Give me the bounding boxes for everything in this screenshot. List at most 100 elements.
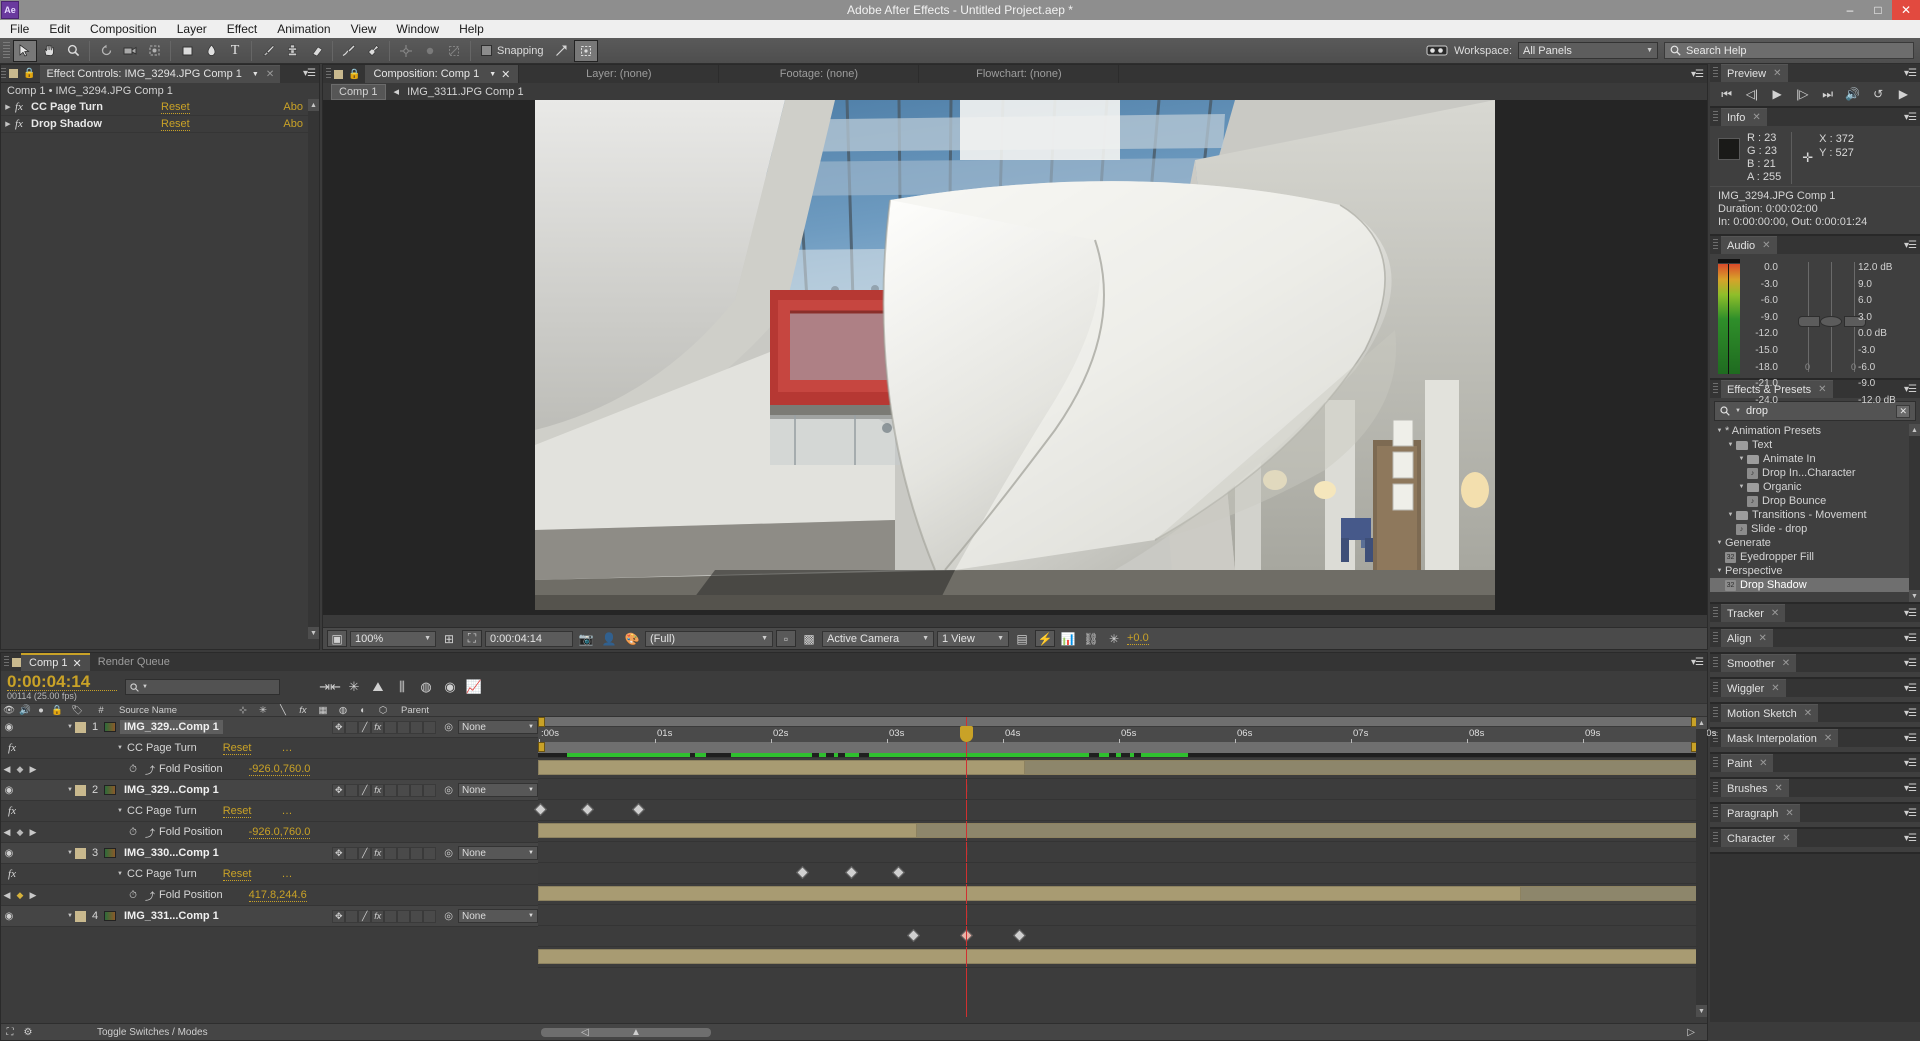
panel-menu-icon[interactable]: ▾☰ — [1904, 758, 1917, 769]
quality-switch[interactable]: ╱ — [358, 846, 372, 860]
disclosure-triangle-icon[interactable]: ▼ — [1725, 442, 1736, 448]
timeline-layer-row[interactable]: ◉ ▼ 1 IMG_329...Comp 1 ✥ ╱ fx ◎ None ▼ — [1, 717, 538, 738]
motionblur-switch[interactable] — [397, 909, 411, 923]
layer-label-color[interactable] — [75, 784, 86, 796]
graph-editor-icon[interactable]: 📈 — [462, 677, 486, 697]
panel-tab[interactable]: Character ✕ — [1721, 829, 1797, 847]
effects-tree-item[interactable]: ▼ * Animation Presets — [1710, 424, 1920, 438]
clone-stamp-tool-icon[interactable] — [280, 40, 304, 62]
rotation-tool-icon[interactable] — [94, 40, 118, 62]
menu-item-edit[interactable]: Edit — [39, 20, 80, 38]
tab-preview[interactable]: Preview ✕ — [1721, 64, 1788, 82]
timeline-keyframe-row[interactable] — [534, 799, 1698, 820]
panel-tab[interactable]: Brushes ✕ — [1721, 779, 1789, 797]
panel-tab[interactable]: Paint ✕ — [1721, 754, 1774, 772]
panel-grip-icon[interactable] — [1713, 383, 1718, 395]
effects-switch[interactable]: fx — [371, 846, 385, 860]
panel-menu-icon[interactable]: ▾☰ — [1904, 833, 1917, 844]
menu-item-animation[interactable]: Animation — [267, 20, 340, 38]
close-icon[interactable]: ✕ — [1785, 808, 1793, 819]
adjustment-switch[interactable] — [410, 846, 424, 860]
timeline-property-row[interactable]: ◀ ◆ ▶ ⏱ ⤴ Fold Position -926.0,760.0 — [1, 822, 538, 843]
layer-source-name[interactable]: IMG_329...Comp 1 — [120, 720, 223, 734]
selection-tool-icon[interactable] — [13, 39, 37, 62]
panel-tab[interactable]: Align ✕ — [1721, 629, 1773, 647]
next-keyframe-icon[interactable]: ▶ — [27, 890, 39, 901]
panel-grip-icon[interactable] — [1713, 607, 1718, 619]
views-select[interactable]: 1 View ▼ — [937, 630, 1009, 647]
close-icon[interactable]: ✕ — [1774, 783, 1782, 794]
parent-pickwhip-icon[interactable]: ◎ — [444, 722, 453, 733]
disclosure-triangle-icon[interactable]: ▼ — [113, 871, 127, 877]
timeline-property-row[interactable]: ◀ ◆ ▶ ⏱ ⤴ Fold Position -926.0,760.0 — [1, 759, 538, 780]
threed-switch[interactable] — [423, 846, 437, 860]
toolbar-grip-icon[interactable] — [3, 41, 10, 60]
snap-arrow-icon[interactable] — [550, 40, 574, 62]
panel-grip-icon[interactable] — [1713, 782, 1718, 794]
property-value[interactable]: -926.0,760.0 — [248, 826, 311, 839]
scroll-up-icon[interactable]: ▲ — [1696, 717, 1707, 729]
effects-tree-item[interactable]: ▼ Transitions - Movement — [1710, 508, 1920, 522]
panel-grip-icon[interactable] — [1713, 239, 1718, 251]
work-area-start-handle[interactable] — [538, 717, 545, 727]
layer-source-name[interactable]: IMG_330...Comp 1 — [120, 846, 223, 860]
snapshot-icon[interactable]: 📷 — [576, 630, 596, 647]
transparency-grid-icon[interactable]: ▩ — [799, 630, 819, 647]
zoom-out-icon[interactable]: ◁ — [581, 1027, 589, 1038]
layer-expand-icon[interactable]: ▼ — [65, 913, 75, 919]
menu-item-help[interactable]: Help — [449, 20, 494, 38]
effect-options-dots[interactable]: … — [281, 742, 293, 754]
panel-tab[interactable]: Tracker ✕ — [1721, 604, 1786, 622]
quality-switch[interactable]: ╱ — [358, 720, 372, 734]
panel-menu-icon[interactable]: ▾☰ — [1904, 708, 1917, 719]
exposure-value[interactable]: +0.0 — [1127, 632, 1149, 645]
layer-expand-icon[interactable]: ▼ — [65, 850, 75, 856]
timeline-keyframe-row[interactable] — [538, 862, 1698, 883]
timeline-tab-comp-1[interactable]: Comp 1 ✕ — [21, 653, 90, 671]
region-of-interest-icon[interactable]: ⛶ — [462, 630, 482, 647]
close-icon[interactable]: ✕ — [1782, 658, 1790, 669]
eraser-tool-icon[interactable] — [304, 40, 328, 62]
menu-item-file[interactable]: File — [0, 20, 39, 38]
effects-tree-item[interactable]: 32 Eyedropper Fill — [1710, 550, 1920, 564]
timeline-bar-row[interactable] — [538, 946, 1698, 967]
panel-menu-icon[interactable]: ▾☰ — [1691, 657, 1704, 668]
effect-reset-link[interactable]: Reset — [222, 742, 252, 755]
layer-duration-bar[interactable] — [538, 886, 1521, 901]
panel-grip-icon[interactable] — [1713, 707, 1718, 719]
panel-menu-icon[interactable]: ▾☰ — [1904, 112, 1917, 123]
menu-item-window[interactable]: Window — [386, 20, 449, 38]
hide-shy-layers-icon[interactable]: ⛰ — [366, 677, 390, 697]
previous-keyframe-icon[interactable]: ◀ — [1, 827, 13, 838]
collapse-switch[interactable] — [345, 720, 359, 734]
effects-tree-item[interactable]: ▼ Text — [1710, 438, 1920, 452]
frameblend-switch[interactable] — [384, 909, 398, 923]
timeline-effect-row[interactable]: fx ▼ CC Page Turn Reset… — [1, 801, 538, 822]
shy-switch[interactable]: ✥ — [332, 783, 346, 797]
tab-composition-comp-1[interactable]: Composition: Comp 1 ▼ ✕ — [365, 65, 520, 83]
effect-controls-scrollbar[interactable]: ▲ ▼ — [308, 99, 319, 639]
effects-tree-item[interactable]: ♪ Drop In...Character — [1710, 466, 1920, 480]
frameblend-switch[interactable] — [384, 783, 398, 797]
next-keyframe-icon[interactable]: ▶ — [27, 764, 39, 775]
disclosure-triangle-icon[interactable]: ▼ — [1714, 568, 1725, 574]
draft-3d-icon[interactable]: ✳ — [342, 677, 366, 697]
zoom-tool-icon[interactable] — [61, 40, 85, 62]
disclosure-triangle-icon[interactable]: ▼ — [113, 808, 127, 814]
timeline-vertical-scrollbar[interactable]: ▲ ▼ — [1696, 717, 1707, 1017]
stopwatch-icon[interactable]: ⏱ — [125, 890, 141, 901]
adjustment-switch[interactable] — [410, 909, 424, 923]
effects-switch[interactable]: fx — [371, 909, 385, 923]
adjustment-switch[interactable] — [410, 720, 424, 734]
close-icon[interactable]: ✕ — [266, 69, 274, 80]
panel-menu-icon[interactable]: ▾☰ — [1904, 683, 1917, 694]
work-area-start-handle-2[interactable] — [538, 742, 545, 752]
composition-viewer[interactable] — [535, 100, 1495, 610]
panel-grip-icon[interactable] — [1713, 111, 1718, 123]
shy-switch[interactable]: ✥ — [332, 846, 346, 860]
exposure-reset-icon[interactable]: ✳ — [1104, 630, 1124, 647]
keyframe-marker[interactable] — [845, 866, 859, 879]
timeline-tab-render-queue[interactable]: Render Queue — [90, 653, 178, 671]
panel-menu-icon[interactable]: ▾☰ — [303, 68, 316, 79]
close-icon[interactable]: ✕ — [1758, 633, 1766, 644]
